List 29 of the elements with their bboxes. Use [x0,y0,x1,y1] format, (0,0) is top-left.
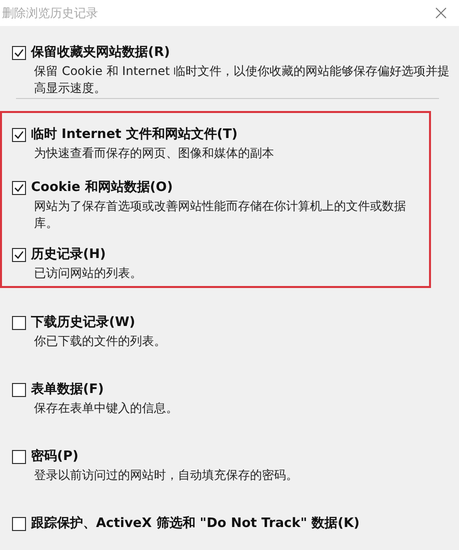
option-description: 你已下载的文件的列表。 [33,333,167,350]
checkbox[interactable] [12,450,26,464]
checkmark-icon [14,130,24,140]
option-label[interactable]: 密码(P) [31,447,78,467]
checkbox[interactable] [12,248,26,262]
option-description: 登录以前访问过的网站时，自动填充保存的密码。 [33,467,299,484]
checkbox[interactable] [12,128,26,142]
checkbox[interactable] [12,46,26,60]
option-description: 保留 Cookie 和 Internet 临时文件，以使你收藏的网站能够保存偏好选项并提高显示速度。 [33,63,451,97]
option-description: 网站为了保存首选项或改善网站性能而存储在你计算机上的文件或数据库。 [33,198,407,232]
option-label[interactable]: 临时 Internet 文件和网站文件(T) [31,125,238,145]
window-title: 删除浏览历史记录 [2,5,98,22]
option-description: 保存在表单中键入的信息。 [33,400,179,417]
checkbox[interactable] [12,517,26,531]
close-icon[interactable] [435,7,447,19]
checkmark-icon [14,183,24,193]
checkmark-icon [14,250,24,260]
checkbox[interactable] [12,316,26,330]
option-label[interactable]: 表单数据(F) [31,380,104,400]
option-label[interactable]: Cookie 和网站数据(O) [31,178,173,198]
option-description: 已访问网站的列表。 [33,265,143,282]
option-label[interactable]: 下载历史记录(W) [31,313,136,333]
checkbox[interactable] [12,383,26,397]
checkbox[interactable] [12,181,26,195]
option-label[interactable]: 保留收藏夹网站数据(R) [31,43,170,63]
checkmark-icon [14,48,24,58]
option-label[interactable]: 跟踪保护、ActiveX 筛选和 "Do Not Track" 数据(K) [31,514,360,534]
option-description: 为快速查看而保存的网页、图像和媒体的副本 [33,145,275,162]
option-label[interactable]: 历史记录(H) [31,245,106,265]
